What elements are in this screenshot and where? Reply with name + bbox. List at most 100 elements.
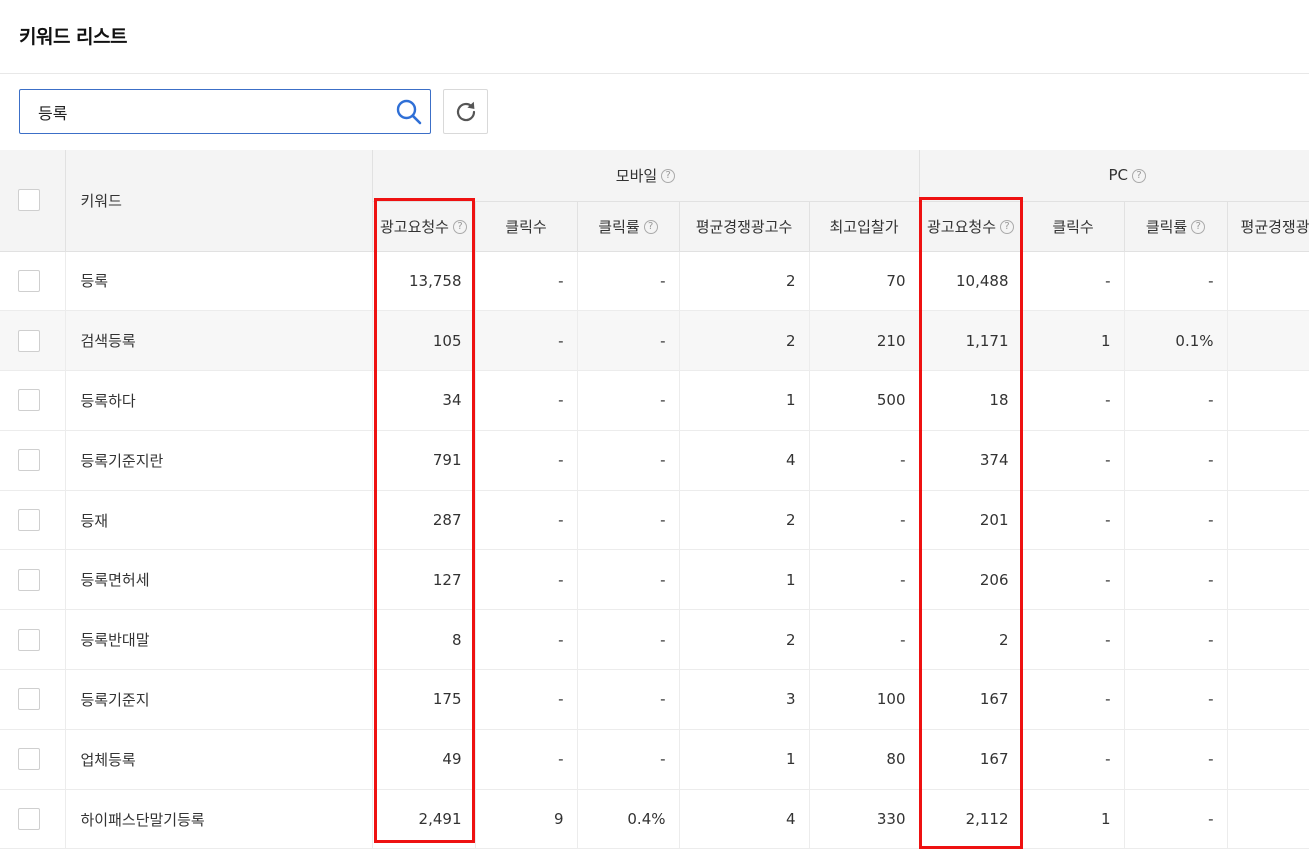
pc-requests-cell: 2 [919, 609, 1023, 671]
pc-ctr-cell: - [1124, 609, 1228, 671]
search-box[interactable] [19, 89, 431, 134]
pc-clicks-cell: - [1022, 490, 1125, 551]
pc-ctr-cell: - [1124, 430, 1228, 491]
mobile-ctr-cell: - [577, 729, 680, 790]
help-icon[interactable]: ? [643, 220, 658, 234]
mobile-clicks-cell: - [475, 310, 578, 372]
pc-clicks-cell: 1 [1022, 310, 1125, 372]
mobile-ctr-cell: - [577, 669, 680, 730]
mobile-competition-cell: 4 [679, 430, 810, 491]
keyword-cell: 등록 [65, 251, 373, 312]
mobile-ctr-header[interactable]: 클릭률? [577, 200, 680, 252]
pc-clicks-cell: - [1022, 549, 1125, 611]
table-row[interactable]: 등록기준지란 791- -4-374- - [0, 430, 1309, 491]
pc-clicks-cell: - [1022, 609, 1125, 671]
mobile-requests-cell: 791 [372, 430, 476, 491]
pc-requests-cell: 206 [919, 549, 1023, 611]
row-checkbox[interactable] [18, 688, 40, 711]
keyword-cell: 등재 [65, 490, 373, 551]
row-checkbox-cell [0, 430, 66, 491]
pc-competition-cell [1227, 549, 1309, 611]
keyword-cell: 등록하다 [65, 370, 373, 431]
keyword-cell: 등록반대말 [65, 609, 373, 671]
row-checkbox[interactable] [18, 449, 40, 472]
mobile-max-bid-cell: - [809, 549, 920, 611]
row-checkbox[interactable] [18, 389, 40, 412]
help-icon[interactable]: ? [1132, 168, 1147, 183]
search-input[interactable] [38, 100, 398, 124]
table-row[interactable]: 등록하다 34- -1 500 18- - [0, 370, 1309, 431]
mobile-requests-cell: 175 [372, 669, 476, 730]
mobile-clicks-cell: - [475, 251, 578, 312]
mobile-max-bid-cell: 330 [809, 789, 920, 850]
table-row[interactable]: 등재 287- -2-201- - [0, 490, 1309, 551]
table-row[interactable]: 등록 13,758- -2 70 10,488- - [0, 251, 1309, 312]
row-checkbox-cell [0, 729, 66, 790]
mobile-clicks-cell: - [475, 490, 578, 551]
pc-ctr-header[interactable]: 클릭률? [1124, 200, 1228, 252]
table-row[interactable]: 하이패스단말기등록 2,491 9 0.4% 4 330 2,112 1- [0, 789, 1309, 850]
mobile-max-bid-header[interactable]: 최고입찰가 [809, 200, 920, 252]
row-checkbox[interactable] [18, 628, 40, 651]
page-header: 키워드 리스트 [0, 0, 1309, 74]
help-icon[interactable]: ? [661, 169, 676, 184]
mobile-requests-cell: 287 [372, 490, 476, 551]
mobile-max-bid-cell: 70 [809, 251, 920, 312]
mobile-max-bid-cell: 80 [809, 729, 920, 790]
row-checkbox[interactable] [18, 808, 40, 831]
keyword-cell: 하이패스단말기등록 [65, 789, 373, 850]
table-row[interactable]: 등록반대말 8- -2-2- - [0, 609, 1309, 671]
help-icon[interactable]: ? [1191, 220, 1206, 234]
keyword-cell: 검색등록 [65, 310, 373, 372]
help-icon[interactable]: ? [1000, 220, 1015, 234]
help-icon[interactable]: ? [453, 220, 467, 234]
row-checkbox-cell [0, 490, 66, 551]
table-row[interactable]: 등록기준지 175- -3 100 167- - [0, 669, 1309, 730]
mobile-clicks-header[interactable]: 클릭수 [475, 200, 578, 252]
mobile-requests-cell: 127 [372, 549, 476, 611]
row-checkbox[interactable] [18, 509, 40, 532]
keyword-cell: 등록면허세 [65, 549, 373, 611]
mobile-group-header: 모바일? [372, 150, 920, 202]
mobile-max-bid-cell: - [809, 609, 920, 671]
mobile-competition-cell: 1 [679, 549, 810, 611]
pc-ctr-cell: 0.1% [1124, 310, 1228, 372]
mobile-ctr-cell: - [577, 490, 680, 551]
mobile-ctr-cell: - [577, 609, 680, 671]
mobile-clicks-cell: - [475, 370, 578, 431]
table-row[interactable]: 업체등록 49- -1 80 167- - [0, 729, 1309, 790]
table-row[interactable]: 검색등록 105- -2 210 1,171 1 0.1% [0, 310, 1309, 372]
mobile-requests-header[interactable]: 광고요청수? [372, 200, 476, 252]
row-checkbox[interactable] [18, 329, 40, 352]
pc-ctr-cell: - [1124, 490, 1228, 551]
pc-requests-cell: 167 [919, 669, 1023, 730]
mobile-competition-cell: 2 [679, 609, 810, 671]
mobile-requests-cell: 13,758 [372, 251, 476, 312]
search-icon[interactable] [394, 97, 424, 127]
mobile-ctr-cell: - [577, 251, 680, 312]
row-checkbox[interactable] [18, 269, 40, 292]
pc-competition-cell [1227, 669, 1309, 730]
mobile-clicks-cell: 9 [475, 789, 578, 850]
pc-requests-header[interactable]: 광고요청수? [919, 200, 1023, 252]
mobile-competition-cell: 2 [679, 490, 810, 551]
table-row[interactable]: 등록면허세 127- -1-206- - [0, 549, 1309, 611]
pc-competition-cell [1227, 310, 1309, 372]
select-all-checkbox[interactable] [18, 189, 40, 212]
pc-competition-cell [1227, 251, 1309, 312]
pc-competition-cell [1227, 490, 1309, 551]
pc-competition-header[interactable]: 평균경쟁광고수 [1227, 200, 1309, 252]
mobile-competition-header[interactable]: 평균경쟁광고수 [679, 200, 810, 252]
mobile-competition-cell: 3 [679, 669, 810, 730]
mobile-clicks-cell: - [475, 609, 578, 671]
pc-requests-cell: 374 [919, 430, 1023, 491]
mobile-requests-cell: 8 [372, 609, 476, 671]
row-checkbox-cell [0, 370, 66, 431]
refresh-button[interactable] [443, 89, 488, 134]
pc-clicks-header[interactable]: 클릭수 [1022, 200, 1125, 252]
pc-ctr-cell: - [1124, 729, 1228, 790]
pc-requests-cell: 2,112 [919, 789, 1023, 850]
pc-requests-cell: 167 [919, 729, 1023, 790]
row-checkbox[interactable] [18, 568, 40, 591]
row-checkbox[interactable] [18, 748, 40, 771]
